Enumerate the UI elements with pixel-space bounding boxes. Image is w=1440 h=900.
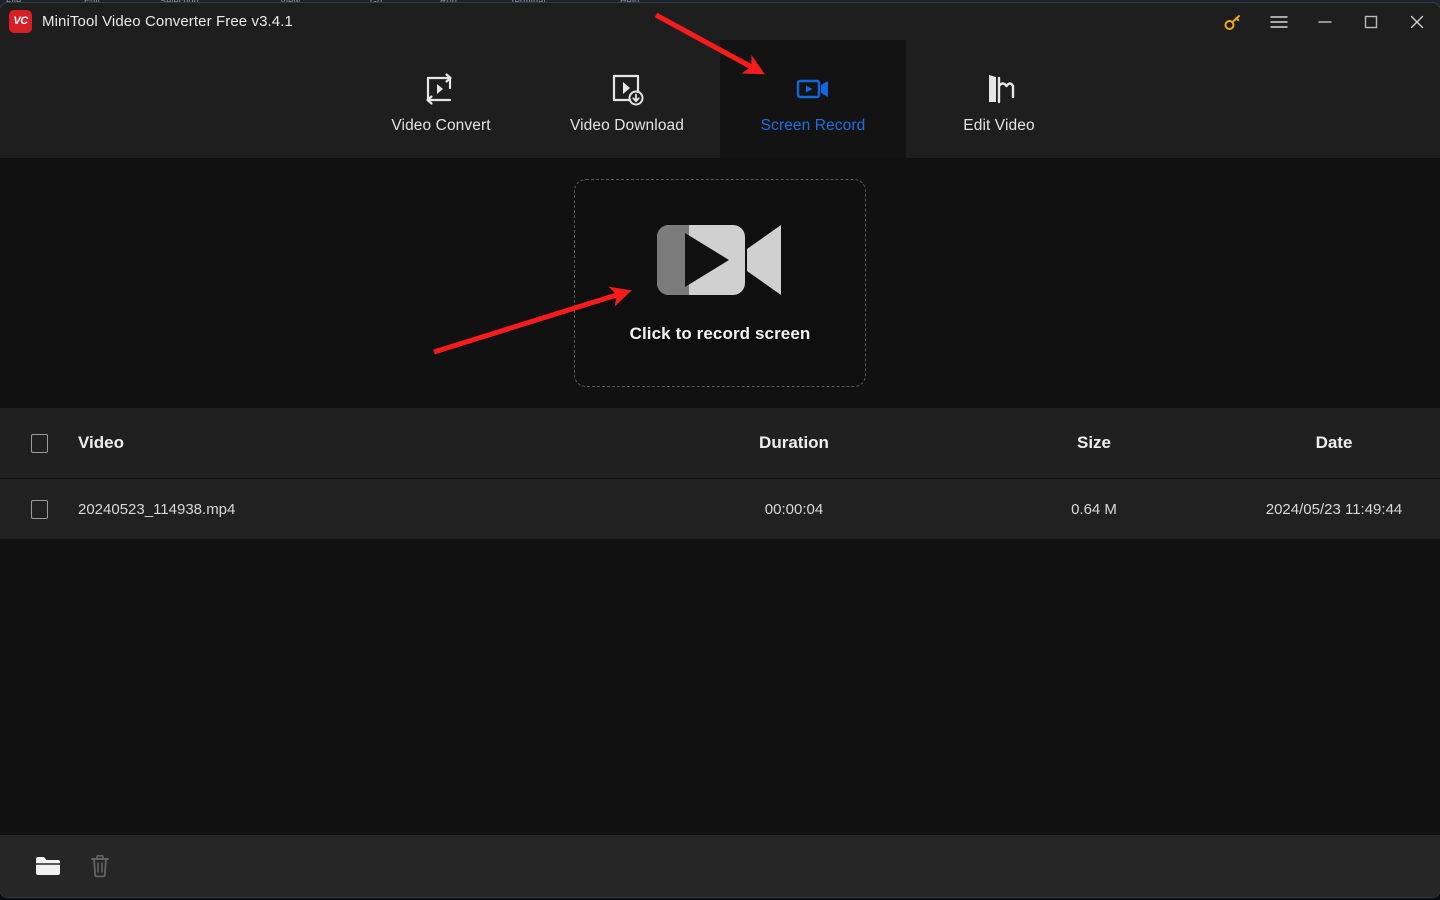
video-download-icon <box>606 67 648 111</box>
delete-icon[interactable] <box>74 843 126 889</box>
screen-record-icon <box>791 67 835 111</box>
video-list-table: Video Duration Size Date 20240523_114938… <box>0 408 1440 539</box>
row-checkbox[interactable] <box>30 499 48 519</box>
open-folder-icon[interactable] <box>22 843 74 889</box>
tab-video-download[interactable]: Video Download <box>534 40 720 158</box>
screenshot-root: File Edit Selection View Go Run Terminal… <box>0 0 1440 900</box>
tab-video-convert[interactable]: Video Convert <box>348 40 534 158</box>
tab-label: Screen Record <box>760 117 866 134</box>
tab-label: Edit Video <box>963 117 1035 134</box>
cell-size: 0.64 M <box>1071 500 1117 518</box>
click-to-record-dropzone[interactable]: Click to record screen <box>574 179 866 387</box>
column-header-video[interactable]: Video <box>78 433 644 453</box>
key-icon[interactable] <box>1210 3 1256 40</box>
column-header-duration[interactable]: Duration <box>644 433 944 453</box>
camcorder-icon <box>655 223 785 302</box>
table-header-row: Video Duration Size Date <box>0 408 1440 479</box>
dropzone-label: Click to record screen <box>629 323 811 343</box>
cell-date: 2024/05/23 11:49:44 <box>1265 500 1403 518</box>
window-controls <box>1210 3 1440 40</box>
app-logo-text: VC <box>13 15 28 27</box>
app-window: VC MiniTool Video Converter Free v3.4.1 <box>0 3 1440 897</box>
row-checkbox-cell <box>0 499 78 519</box>
edit-video-icon <box>978 67 1020 111</box>
select-all-checkbox[interactable] <box>30 433 48 453</box>
tab-label: Video Download <box>569 117 684 134</box>
minimize-icon[interactable] <box>1302 3 1348 40</box>
menu-icon[interactable] <box>1256 3 1302 40</box>
window-title: MiniTool Video Converter Free v3.4.1 <box>42 13 293 30</box>
column-header-date[interactable]: Date <box>1244 433 1440 453</box>
tab-edit-video[interactable]: Edit Video <box>906 40 1092 158</box>
select-all-checkbox-cell <box>0 433 78 453</box>
tab-label: Video Convert <box>391 117 491 134</box>
close-icon[interactable] <box>1394 3 1440 40</box>
titlebar: VC MiniTool Video Converter Free v3.4.1 <box>0 3 1440 40</box>
app-logo-icon: VC <box>9 10 32 33</box>
main-tabbar: Video Convert Video Download Screen Reco… <box>0 40 1440 158</box>
record-area: Click to record screen <box>0 158 1440 408</box>
column-header-size[interactable]: Size <box>944 433 1244 453</box>
tab-screen-record[interactable]: Screen Record <box>720 40 906 158</box>
cell-duration: 00:00:04 <box>764 500 824 518</box>
bottom-toolbar <box>0 835 1440 897</box>
cell-video-name: 20240523_114938.mp4 <box>78 500 236 518</box>
table-row[interactable]: 20240523_114938.mp4 00:00:04 0.64 M 2024… <box>0 479 1440 539</box>
maximize-icon[interactable] <box>1348 3 1394 40</box>
video-convert-icon <box>420 67 462 111</box>
